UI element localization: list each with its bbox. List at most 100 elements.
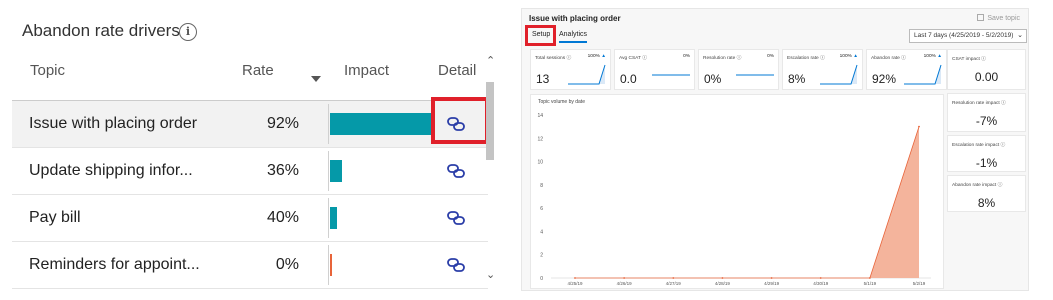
kpi-label: Avg CSAT ⓘ [619, 56, 647, 61]
kpi-label: Total sessions ⓘ [535, 56, 572, 61]
save-icon [977, 14, 985, 21]
abandon-rate-drivers-panel: Abandon rate drivers i Topic Rate Impact… [0, 0, 505, 300]
impact-label: CSAT impact ⓘ [952, 57, 986, 62]
table-row[interactable]: Update shipping infor... 36% [12, 148, 488, 195]
impact-label: Abandon rate impact ⓘ [952, 183, 1003, 188]
sort-down-icon[interactable] [311, 76, 321, 82]
date-range-dropdown[interactable]: Last 7 days (4/25/2019 - 5/2/2019) ⌄ [909, 29, 1027, 43]
topic-volume-chart: Topic volume by date 0 2 4 6 8 10 12 14 4/25/19 4… [530, 94, 944, 289]
volume-line [575, 126, 920, 279]
y-tick-label: 14 [537, 113, 543, 119]
data-point [672, 277, 675, 279]
sparkline [736, 74, 774, 76]
column-header-topic[interactable]: Topic [30, 62, 65, 79]
link-icon[interactable] [445, 162, 467, 180]
link-icon[interactable] [445, 209, 467, 227]
impact-bar [330, 160, 342, 182]
x-tick-label: 5/1/19 [864, 281, 877, 286]
trend-up-icon: ▲ [935, 54, 942, 59]
kpi-card: Abandon rate ⓘ 100% ▲ 92% [866, 49, 947, 90]
impact-label: Escalation rate impact ⓘ [952, 143, 1006, 148]
setup-tab-highlight [525, 25, 556, 46]
topic-name: Issue with placing order [29, 115, 198, 132]
impact-label: Resolution rate impact ⓘ [952, 101, 1006, 106]
rate-value: 36% [266, 162, 299, 179]
table-scrollbar[interactable]: ⌃ ⌄ [483, 50, 497, 285]
scroll-up-icon[interactable]: ⌃ [486, 54, 495, 67]
y-tick-label: 12 [537, 136, 543, 142]
impact-bar [330, 254, 332, 276]
kpi-change: 0% [683, 54, 690, 59]
impact-bar [330, 207, 337, 229]
topic-analytics-panel: Issue with placing order Save topic Setu… [521, 8, 1029, 291]
data-point [918, 125, 920, 128]
y-tick-label: 4 [540, 229, 543, 235]
impact-axis [328, 151, 329, 191]
data-point [623, 277, 626, 279]
kpi-label: Escalation rate ⓘ [787, 56, 825, 61]
kpi-label: Resolution rate ⓘ [703, 56, 742, 61]
kpi-card: Total sessions ⓘ 100% ▲ 13 [530, 49, 611, 90]
impact-card: Abandon rate impact ⓘ 8% [947, 175, 1026, 212]
kpi-value: 92% [872, 72, 897, 86]
table-row[interactable]: Issue with placing order 92% [12, 101, 488, 148]
kpi-card: Avg CSAT ⓘ 0% 0.0 [614, 49, 695, 90]
y-tick-label: 6 [540, 206, 543, 212]
kpi-card: Escalation rate ⓘ 100% ▲ 8% [782, 49, 863, 90]
volume-area [575, 126, 919, 278]
x-tick-label: 4/26/19 [617, 281, 633, 286]
save-topic-button[interactable]: Save topic [977, 14, 1020, 22]
detail-link-highlight [431, 97, 489, 144]
sparkline [820, 64, 858, 85]
topic-name: Pay bill [29, 209, 81, 226]
rate-value: 0% [275, 256, 299, 273]
column-header-rate[interactable]: Rate [242, 62, 274, 79]
x-tick-label: 4/29/19 [764, 281, 780, 286]
impact-value: 0.00 [974, 70, 999, 84]
topic-name: Update shipping infor... [29, 162, 193, 179]
impact-axis [328, 198, 329, 238]
scroll-down-icon[interactable]: ⌄ [486, 268, 495, 281]
y-tick-label: 8 [540, 183, 543, 189]
kpi-value: 0.0 [620, 72, 637, 86]
table-row[interactable]: Reminders for appoint... 0% [12, 242, 488, 289]
kpi-change: 100% ▲ [839, 54, 858, 59]
kpi-change: 100% ▲ [587, 54, 606, 59]
topic-title: Issue with placing order [529, 14, 621, 23]
link-icon[interactable] [445, 256, 467, 274]
tab-analytics[interactable]: Analytics [559, 31, 588, 43]
kpi-label: Abandon rate ⓘ [871, 56, 906, 61]
date-range-value: Last 7 days (4/25/2019 - 5/2/2019) [914, 32, 1014, 39]
impact-axis [328, 245, 329, 285]
scrollbar-thumb[interactable] [486, 82, 494, 160]
x-tick-label: 4/30/19 [813, 281, 829, 286]
data-point [819, 277, 822, 279]
kpi-change: 0% [767, 54, 774, 59]
impact-value: -7% [975, 114, 998, 128]
kpi-value: 13 [536, 72, 550, 86]
trend-up-icon: ▲ [851, 54, 858, 59]
impact-value: 8% [977, 196, 996, 210]
impact-card: Resolution rate impact ⓘ -7% [947, 93, 1026, 132]
impact-card: CSAT impact ⓘ 0.00 [947, 49, 1026, 90]
kpi-card: Resolution rate ⓘ 0% 0% [698, 49, 779, 90]
kpi-value: 8% [788, 72, 806, 86]
rate-value: 40% [266, 209, 299, 226]
sparkline [652, 74, 690, 76]
data-point [868, 277, 871, 279]
impact-axis [328, 104, 329, 144]
kpi-change: 100% ▲ [923, 54, 942, 59]
kpi-value: 0% [704, 72, 722, 86]
panel-title: Abandon rate drivers [22, 21, 180, 40]
sparkline [568, 64, 606, 85]
column-header-detail: Detail [438, 62, 477, 79]
data-point [574, 277, 576, 279]
table-row[interactable]: Pay bill 40% [12, 195, 488, 242]
rate-value: 92% [266, 115, 299, 132]
data-point [770, 277, 773, 279]
info-icon[interactable]: i [179, 23, 197, 41]
topic-name: Reminders for appoint... [29, 256, 200, 273]
impact-bar [330, 113, 433, 135]
impact-card: Escalation rate impact ⓘ -1% [947, 135, 1026, 172]
column-header-impact[interactable]: Impact [344, 62, 389, 79]
